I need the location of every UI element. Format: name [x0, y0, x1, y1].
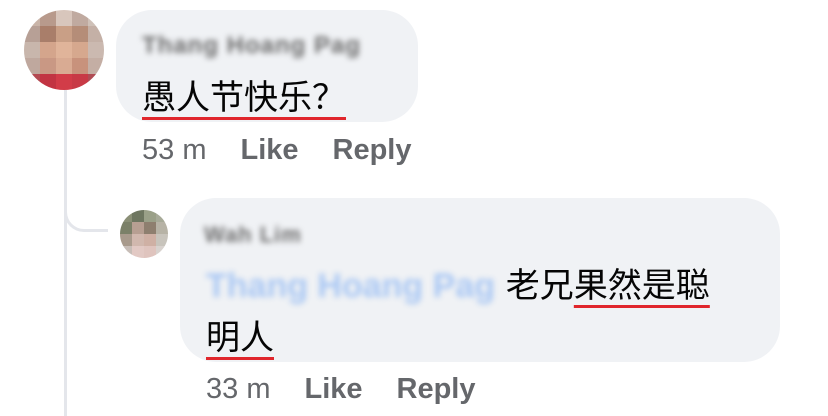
reply-button[interactable]: Reply — [397, 373, 476, 406]
comment-bubble: Thang Hoang Pag 愚人节快乐？ — [116, 10, 418, 122]
reply-connector-line — [64, 196, 108, 232]
comment-bubble: Wah Lim Thang Hoang Pag 老兄果然是聪明人 — [180, 198, 780, 362]
comment-actions: 53 m Like Reply — [142, 134, 412, 167]
avatar[interactable] — [24, 10, 104, 90]
comment-text: Thang Hoang Pag 老兄果然是聪明人 — [206, 260, 761, 364]
like-button[interactable]: Like — [240, 134, 298, 167]
like-button[interactable]: Like — [304, 373, 362, 406]
reply-button[interactable]: Reply — [333, 134, 412, 167]
comment-text-content: 愚人节快乐？ — [142, 78, 346, 118]
avatar[interactable] — [120, 210, 168, 258]
comment-text-underlined: 明人 — [206, 318, 274, 358]
comment-text: 愚人节快乐？ — [142, 70, 346, 119]
comment-timestamp[interactable]: 53 m — [142, 134, 206, 167]
user-mention[interactable]: Thang Hoang Pag — [206, 267, 495, 305]
comment-text-underlined: 果然是聪 — [573, 266, 710, 306]
thread-line — [64, 90, 67, 416]
comment-author-name[interactable]: Thang Hoang Pag — [142, 32, 361, 60]
comment-text-plain: 老兄 — [495, 266, 574, 306]
comment-timestamp[interactable]: 33 m — [206, 373, 270, 406]
comment-actions: 33 m Like Reply — [206, 373, 476, 406]
comment-author-name[interactable]: Wah Lim — [204, 222, 302, 248]
